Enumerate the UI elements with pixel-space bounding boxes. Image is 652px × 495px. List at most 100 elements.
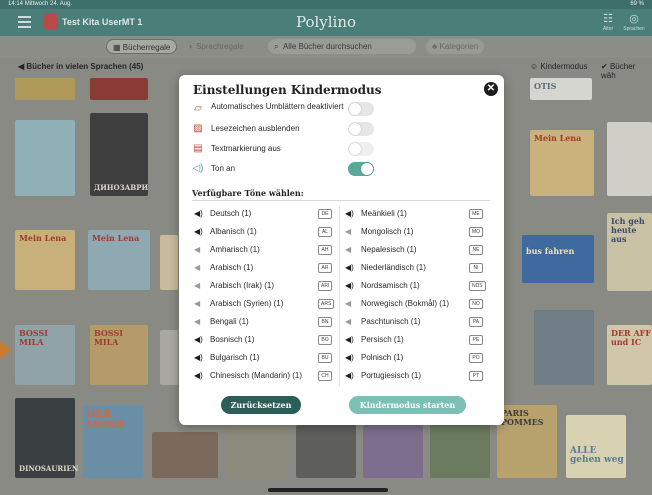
kindermodus-label: Kindermodus bbox=[540, 62, 588, 71]
book-cover[interactable]: Mein Lena bbox=[15, 230, 75, 290]
book-cover[interactable]: bus fahren bbox=[522, 235, 594, 283]
language-name: Albanisch (1) bbox=[210, 227, 257, 236]
language-code-badge: AH bbox=[318, 245, 332, 255]
language-item-persisch[interactable]: ◀) Persisch (1) PE bbox=[345, 334, 485, 347]
categories-label: Kategorien bbox=[439, 42, 479, 51]
age-label: Alter bbox=[602, 26, 614, 32]
book-cover[interactable]: OTIS bbox=[530, 78, 592, 100]
select-books-button[interactable]: ✔ Bücher wäh bbox=[601, 62, 652, 80]
start-kindermodus-button[interactable]: Kindermodus starten bbox=[349, 396, 466, 414]
home-indicator[interactable] bbox=[268, 488, 388, 492]
app-header: Test Kita UserMT 1 Polylino ☷ Alter ◎ Sp… bbox=[0, 9, 652, 36]
shelf-tab-label: Bücherregale bbox=[122, 43, 171, 52]
bookmark-toggle[interactable] bbox=[348, 122, 374, 136]
language-item-bosnisch[interactable]: ◀) Bosnisch (1) BO bbox=[194, 334, 334, 347]
book-cover[interactable] bbox=[430, 425, 490, 478]
speaker-icon: ◀ bbox=[194, 245, 201, 254]
language-name: Arabisch (1) bbox=[210, 263, 254, 272]
option-sound: ◁) Ton an bbox=[192, 161, 374, 179]
book-cover[interactable] bbox=[90, 78, 148, 100]
book-cover[interactable]: DER MOND bbox=[83, 405, 143, 478]
language-item-portugiesisch[interactable]: ◀) Portugiesisch (1) PT bbox=[345, 370, 485, 383]
language-item-nordsamisch[interactable]: ◀) Nordsamisch (1) NDS bbox=[345, 280, 486, 293]
book-cover[interactable]: ALLE gehen weg bbox=[566, 415, 626, 478]
search-input[interactable]: ⌕ Alle Bücher durchsuchen bbox=[268, 39, 416, 54]
battery-indicator: 69 % bbox=[630, 1, 644, 7]
language-item-meaenkieli[interactable]: ◀) Meänkieli (1) ME bbox=[345, 208, 485, 221]
book-cover[interactable] bbox=[607, 122, 652, 196]
language-item-deutsch[interactable]: ◀) Deutsch (1) DE bbox=[194, 208, 334, 221]
age-filter-button[interactable]: ☷ Alter bbox=[596, 12, 620, 32]
language-item-polnisch[interactable]: ◀) Polnisch (1) PO bbox=[345, 352, 485, 365]
languages-label: Sprachen bbox=[623, 26, 645, 32]
kindermodus-toggle[interactable]: ☺ Kindermodus bbox=[530, 62, 588, 71]
book-cover[interactable]: BOSSI MILA bbox=[90, 325, 148, 385]
language-item-nepalesisch[interactable]: ◀ Nepalesisch (1) NE bbox=[345, 244, 485, 257]
language-code-badge: PA bbox=[469, 317, 483, 327]
highlight-toggle[interactable] bbox=[348, 142, 374, 156]
speaker-icon: ◀) bbox=[345, 209, 354, 218]
book-cover[interactable]: Mein Lena bbox=[530, 130, 594, 196]
speaker-icon: ◀) bbox=[345, 281, 354, 290]
categories-button[interactable]: ♣ Kategorien bbox=[426, 39, 485, 54]
language-name: Arabisch (Irak) (1) bbox=[210, 281, 275, 290]
book-cover[interactable] bbox=[15, 120, 75, 196]
language-item-amharisch[interactable]: ◀ Amharisch (1) AH bbox=[194, 244, 334, 257]
language-item-arabisch-syrien[interactable]: ◀ Arabisch (Syrien) (1) ARS bbox=[194, 298, 335, 311]
book-cover[interactable] bbox=[152, 432, 218, 478]
book-cover[interactable] bbox=[534, 310, 594, 385]
book-cover[interactable] bbox=[363, 425, 423, 478]
speaker-icon: ◀) bbox=[194, 209, 203, 218]
language-item-niederlaendisch[interactable]: ◀) Niederländisch (1) NI bbox=[345, 262, 485, 275]
book-cover[interactable] bbox=[226, 425, 288, 478]
book-cover[interactable]: BOSSI MILA bbox=[15, 325, 75, 385]
language-name: Bengali (1) bbox=[210, 317, 249, 326]
book-cover[interactable]: PARIS POMMES bbox=[497, 405, 557, 478]
option-bookmark: ▨ Lesezeichen ausblenden bbox=[192, 121, 374, 139]
book-cover[interactable] bbox=[296, 425, 356, 478]
language-name: Bulgarisch (1) bbox=[210, 353, 260, 362]
bookmark-off-icon: ▨ bbox=[193, 123, 203, 134]
book-title: DER MOND bbox=[87, 409, 125, 431]
book-cover[interactable] bbox=[160, 235, 178, 290]
reset-button[interactable]: Zurücksetzen bbox=[221, 396, 301, 414]
page-turn-icon: ▱ bbox=[194, 103, 202, 114]
book-cover[interactable] bbox=[15, 78, 75, 100]
auto-page-turn-toggle[interactable] bbox=[348, 102, 374, 116]
language-shelf-tab[interactable]: ◐ Sprachregale bbox=[183, 39, 250, 54]
language-item-arabisch[interactable]: ◀ Arabisch (1) AR bbox=[194, 262, 334, 275]
language-item-mongolisch[interactable]: ◀ Mongolisch (1) MO bbox=[345, 226, 485, 239]
book-cover[interactable]: DER AFF und IC bbox=[607, 325, 652, 385]
speaker-icon: ◀ bbox=[345, 227, 352, 236]
speaker-icon: ◀ bbox=[345, 317, 352, 326]
close-icon[interactable]: ✕ bbox=[484, 82, 498, 96]
dialog-title: Einstellungen Kindermodus bbox=[193, 83, 382, 97]
language-item-albanisch[interactable]: ◀) Albanisch (1) AL bbox=[194, 226, 334, 239]
speaker-icon: ◀ bbox=[194, 317, 201, 326]
language-item-arabisch-irak[interactable]: ◀ Arabisch (Irak) (1) ARI bbox=[194, 280, 334, 293]
language-name: Paschtunisch (1) bbox=[361, 317, 421, 326]
language-code-badge: CH bbox=[318, 371, 332, 381]
language-item-paschtunisch[interactable]: ◀ Paschtunisch (1) PA bbox=[345, 316, 485, 329]
book-title: ДИНОЗАВРИ bbox=[94, 183, 149, 192]
book-title: Ich geh heute aus bbox=[611, 216, 645, 244]
language-item-bulgarisch[interactable]: ◀) Bulgarisch (1) BU bbox=[194, 352, 334, 365]
select-books-label: Bücher wäh bbox=[601, 62, 636, 80]
shelf-tab[interactable]: ▦ Bücherregale bbox=[106, 39, 178, 54]
book-cover[interactable]: ДИНОЗАВРИ bbox=[90, 113, 148, 196]
language-code-badge: NO bbox=[469, 299, 483, 309]
status-time: 14:14 bbox=[8, 1, 24, 7]
book-cover[interactable]: Mein Lena bbox=[88, 230, 150, 290]
language-item-norwegisch[interactable]: ◀ Norwegisch (Bokmål) (1) NO bbox=[345, 298, 485, 311]
language-name: Mongolisch (1) bbox=[361, 227, 414, 236]
language-item-chinesisch[interactable]: ◀) Chinesisch (Mandarin) (1) CH bbox=[194, 370, 334, 383]
book-title: ALLE gehen weg bbox=[570, 446, 624, 465]
book-cover[interactable] bbox=[160, 330, 178, 385]
book-title: OTIS bbox=[534, 81, 557, 91]
languages-button[interactable]: ◎ Sprachen bbox=[622, 12, 646, 32]
language-item-bengali[interactable]: ◀ Bengali (1) BN bbox=[194, 316, 334, 329]
book-cover[interactable]: Ich geh heute aus bbox=[607, 213, 652, 291]
book-cover[interactable]: DINOSAURIEN bbox=[15, 398, 78, 478]
search-placeholder: Alle Bücher durchsuchen bbox=[282, 42, 372, 51]
sound-toggle[interactable] bbox=[348, 162, 374, 176]
